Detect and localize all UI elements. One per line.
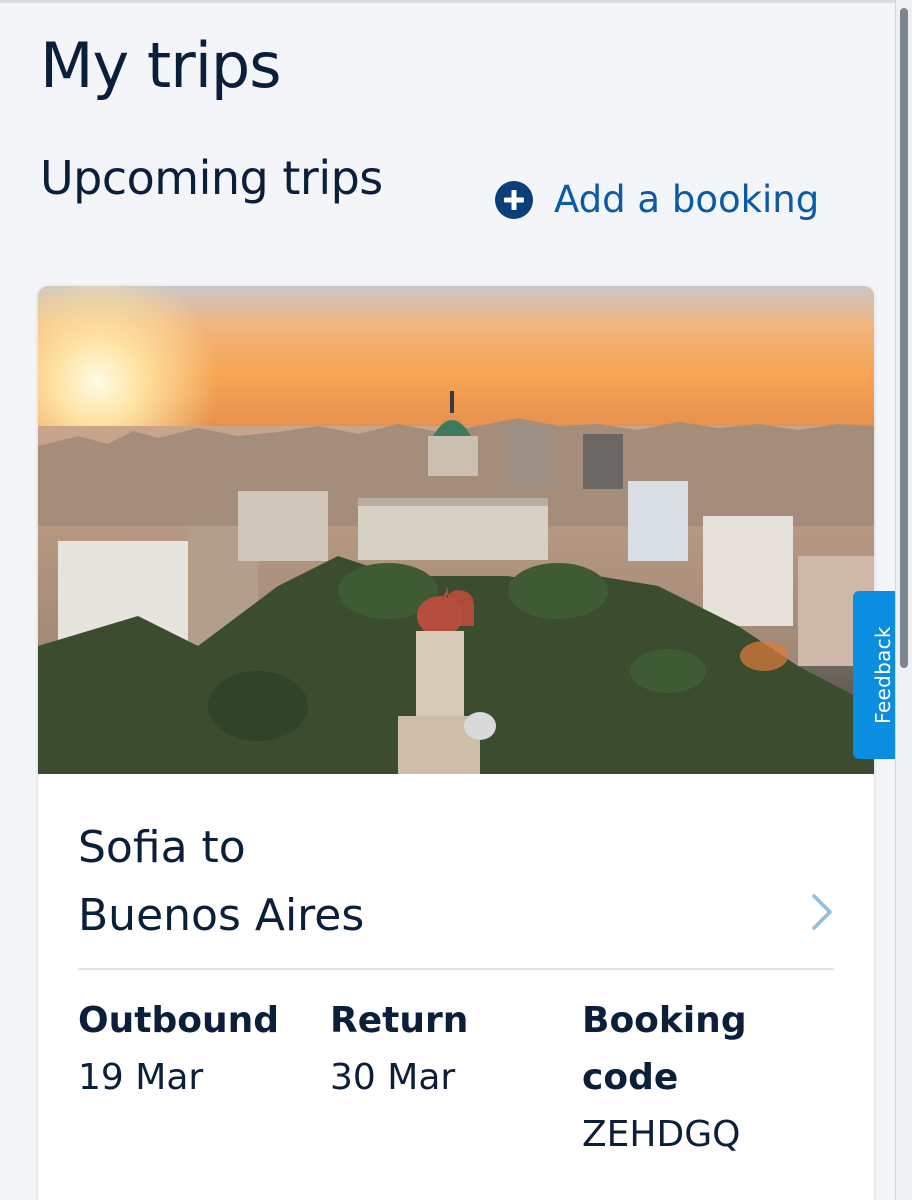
return-date: 30 Mar (330, 1057, 456, 1098)
card-divider (78, 968, 834, 970)
add-booking-label: Add a booking (554, 178, 820, 221)
scrollbar-thumb[interactable] (900, 8, 908, 668)
upcoming-trips-heading: Upcoming trips (40, 151, 383, 205)
top-divider (0, 0, 912, 3)
chevron-right-icon[interactable] (810, 892, 834, 932)
route-destination: Buenos Aires (78, 890, 365, 941)
my-trips-page: My trips Upcoming trips Add a booking So… (0, 0, 912, 1200)
booking-code-value: ZEHDGQ (582, 1114, 741, 1155)
route-origin: Sofia to (78, 822, 246, 873)
page-title: My trips (40, 29, 282, 102)
trip-route: Sofia to Buenos Aires (78, 814, 364, 950)
outbound-label: Outbound (78, 1000, 279, 1041)
booking-code-detail: Booking code ZEHDGQ (582, 992, 812, 1163)
plus-circle-icon (495, 180, 533, 219)
booking-code-label: Booking code (582, 1000, 747, 1098)
add-booking-button[interactable]: Add a booking (494, 178, 819, 221)
feedback-label: Feedback (870, 626, 895, 724)
return-label: Return (330, 1000, 469, 1041)
return-detail: Return 30 Mar (330, 992, 468, 1106)
trip-card[interactable]: Sofia to Buenos Aires Outbound 19 Mar Re… (38, 286, 874, 1200)
destination-image (38, 286, 874, 774)
outbound-date: 19 Mar (78, 1057, 204, 1098)
outbound-detail: Outbound 19 Mar (78, 992, 279, 1106)
scrollbar[interactable] (895, 0, 912, 1200)
